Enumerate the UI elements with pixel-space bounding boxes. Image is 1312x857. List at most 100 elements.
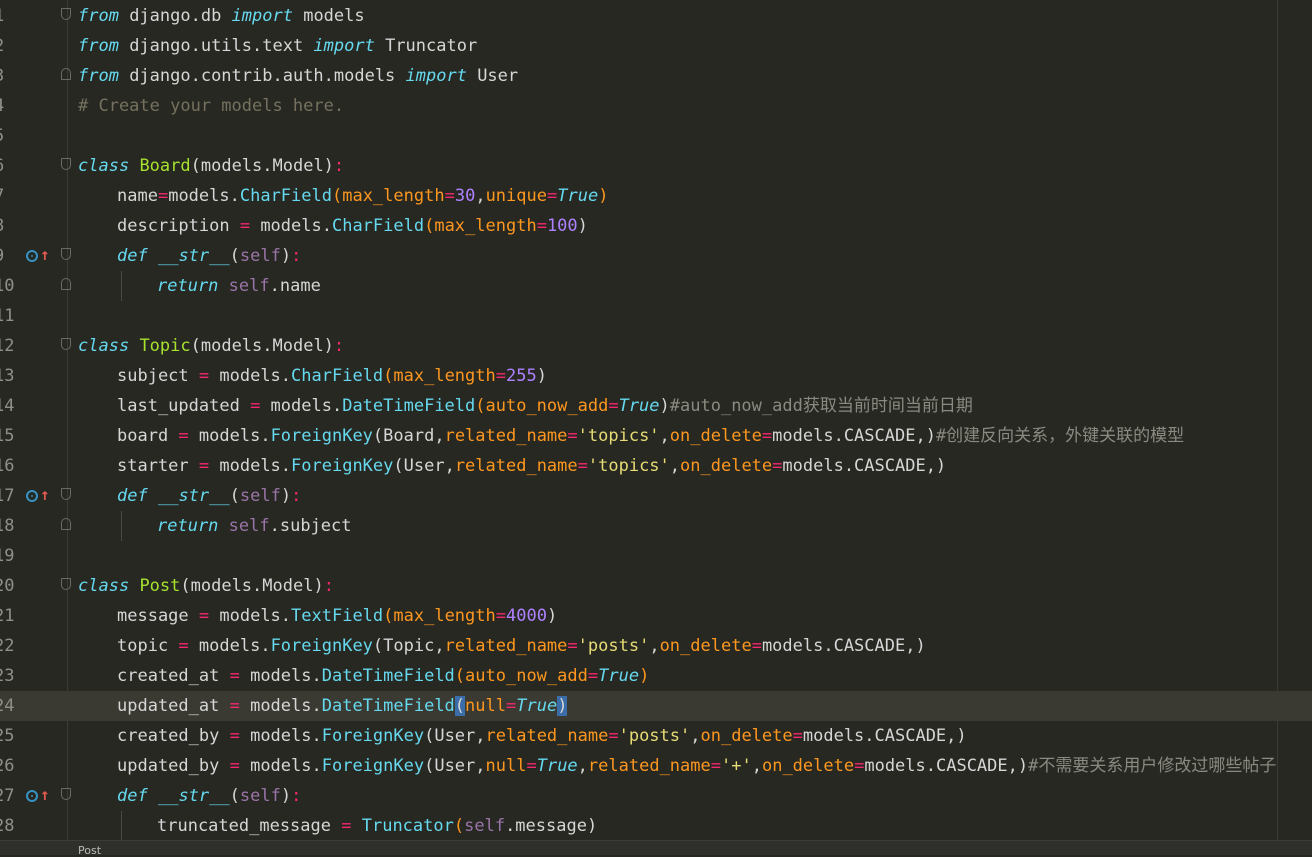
- code-text[interactable]: def __str__(self):: [117, 481, 301, 511]
- code-line[interactable]: 9 ↑ def __str__(self):: [0, 241, 1312, 271]
- code-line[interactable]: 20 class Post(models.Model):: [0, 571, 1312, 601]
- line-number[interactable]: 3: [0, 61, 20, 91]
- code-line[interactable]: 14 last_updated = models.DateTimeField(au…: [0, 391, 1312, 421]
- line-number[interactable]: 4: [0, 91, 20, 121]
- code-line[interactable]: 25 created_by = models.ForeignKey(User,re…: [0, 721, 1312, 751]
- breadcrumb-bar: Post: [0, 840, 1312, 857]
- code-line[interactable]: 4 # Create your models here.: [0, 91, 1312, 121]
- line-number[interactable]: 21: [0, 601, 20, 631]
- line-number[interactable]: 28: [0, 811, 20, 841]
- line-number[interactable]: 19: [0, 541, 20, 571]
- code-text[interactable]: from django.db import models: [78, 1, 365, 31]
- code-line[interactable]: 27 ↑ def __str__(self):: [0, 781, 1312, 811]
- line-number[interactable]: 16: [0, 451, 20, 481]
- fold-toggle-icon[interactable]: [61, 488, 71, 500]
- code-text[interactable]: def __str__(self):: [117, 241, 301, 271]
- line-number[interactable]: 26: [0, 751, 20, 781]
- code-text[interactable]: subject = models.CharField(max_length=25…: [117, 361, 547, 391]
- code-line[interactable]: 23 created_at = models.DateTimeField(auto…: [0, 661, 1312, 691]
- line-number[interactable]: 17: [0, 481, 20, 511]
- override-method-icon[interactable]: ↑: [26, 487, 50, 505]
- code-text[interactable]: updated_at = models.DateTimeField(null=T…: [117, 691, 568, 721]
- line-number[interactable]: 8: [0, 211, 20, 241]
- override-method-icon[interactable]: ↑: [26, 787, 50, 805]
- line-number[interactable]: 5: [0, 121, 20, 151]
- line-number[interactable]: 7: [0, 181, 20, 211]
- code-line[interactable]: 24 updated_at = models.DateTimeField(null…: [0, 691, 1312, 721]
- code-line[interactable]: 6 class Board(models.Model):: [0, 151, 1312, 181]
- code-text[interactable]: def __str__(self):: [117, 781, 301, 811]
- code-line[interactable]: 22 topic = models.ForeignKey(Topic,relate…: [0, 631, 1312, 661]
- line-number[interactable]: 20: [0, 571, 20, 601]
- fold-toggle-icon[interactable]: [61, 248, 71, 260]
- code-text[interactable]: return self.subject: [157, 511, 352, 541]
- code-line[interactable]: 2 from django.utils.text import Truncator: [0, 31, 1312, 61]
- code-text[interactable]: class Board(models.Model):: [78, 151, 344, 181]
- code-text[interactable]: class Topic(models.Model):: [78, 331, 344, 361]
- code-line[interactable]: 10 return self.name: [0, 271, 1312, 301]
- code-text[interactable]: name=models.CharField(max_length=30,uniq…: [117, 181, 608, 211]
- code-line[interactable]: 17 ↑ def __str__(self):: [0, 481, 1312, 511]
- line-number[interactable]: 23: [0, 661, 20, 691]
- code-text[interactable]: return self.name: [157, 271, 321, 301]
- line-number[interactable]: 9: [0, 241, 20, 271]
- code-text[interactable]: topic = models.ForeignKey(Topic,related_…: [117, 631, 926, 661]
- code-line[interactable]: 13 subject = models.CharField(max_length=…: [0, 361, 1312, 391]
- fold-toggle-icon[interactable]: [61, 578, 71, 590]
- code-line[interactable]: 15 board = models.ForeignKey(Board,relate…: [0, 421, 1312, 451]
- fold-toggle-icon[interactable]: [61, 788, 71, 800]
- code-text[interactable]: description = models.CharField(max_lengt…: [117, 211, 588, 241]
- fold-toggle-icon[interactable]: [61, 338, 71, 350]
- code-line[interactable]: 21 message = models.TextField(max_length=…: [0, 601, 1312, 631]
- line-number[interactable]: 25: [0, 721, 20, 751]
- code-line[interactable]: 5: [0, 121, 1312, 151]
- line-number[interactable]: 14: [0, 391, 20, 421]
- breadcrumb-item[interactable]: Post: [78, 844, 101, 857]
- code-text[interactable]: created_by = models.ForeignKey(User,rela…: [117, 721, 967, 751]
- code-text[interactable]: last_updated = models.DateTimeField(auto…: [117, 391, 973, 421]
- line-number[interactable]: 1: [0, 1, 20, 31]
- code-line[interactable]: 1 from django.db import models: [0, 1, 1312, 31]
- line-number[interactable]: 10: [0, 271, 20, 301]
- line-number[interactable]: 24: [0, 691, 20, 721]
- code-line[interactable]: 16 starter = models.ForeignKey(User,relat…: [0, 451, 1312, 481]
- line-number[interactable]: 13: [0, 361, 20, 391]
- fold-end-icon[interactable]: [61, 278, 71, 290]
- code-text[interactable]: message = models.TextField(max_length=40…: [117, 601, 557, 631]
- line-number[interactable]: 15: [0, 421, 20, 451]
- code-line[interactable]: 11: [0, 301, 1312, 331]
- code-line[interactable]: 8 description = models.CharField(max_leng…: [0, 211, 1312, 241]
- code-line[interactable]: 12 class Topic(models.Model):: [0, 331, 1312, 361]
- indent-guide: [121, 271, 122, 301]
- code-line[interactable]: 28 truncated_message = Truncator(self.mes…: [0, 811, 1312, 841]
- code-text[interactable]: from django.contrib.auth.models import U…: [78, 61, 518, 91]
- code-text[interactable]: from django.utils.text import Truncator: [78, 31, 477, 61]
- indent-guide: [121, 511, 122, 541]
- code-text[interactable]: board = models.ForeignKey(Board,related_…: [117, 421, 1184, 451]
- code-editor[interactable]: 1 from django.db import models 2 from djang…: [0, 0, 1312, 841]
- code-line[interactable]: 26 updated_by = models.ForeignKey(User,nu…: [0, 751, 1312, 781]
- code-text[interactable]: created_at = models.DateTimeField(auto_n…: [117, 661, 649, 691]
- line-number[interactable]: 27: [0, 781, 20, 811]
- override-method-icon[interactable]: ↑: [26, 247, 50, 265]
- code-line[interactable]: 19: [0, 541, 1312, 571]
- line-number[interactable]: 2: [0, 31, 20, 61]
- fold-end-icon[interactable]: [61, 68, 71, 80]
- code-text[interactable]: truncated_message = Truncator(self.messa…: [157, 811, 597, 841]
- code-line[interactable]: 3 from django.contrib.auth.models import …: [0, 61, 1312, 91]
- code-text[interactable]: starter = models.ForeignKey(User,related…: [117, 451, 946, 481]
- line-number[interactable]: 18: [0, 511, 20, 541]
- code-text[interactable]: class Post(models.Model):: [78, 571, 334, 601]
- indent-guide: [121, 811, 122, 841]
- line-number[interactable]: 6: [0, 151, 20, 181]
- code-text[interactable]: updated_by = models.ForeignKey(User,null…: [117, 751, 1276, 781]
- fold-end-icon[interactable]: [61, 518, 71, 530]
- code-line[interactable]: 18 return self.subject: [0, 511, 1312, 541]
- line-number[interactable]: 12: [0, 331, 20, 361]
- fold-toggle-icon[interactable]: [61, 158, 71, 170]
- fold-toggle-icon[interactable]: [61, 8, 71, 20]
- line-number[interactable]: 11: [0, 301, 20, 331]
- line-number[interactable]: 22: [0, 631, 20, 661]
- code-text[interactable]: # Create your models here.: [78, 91, 344, 121]
- code-line[interactable]: 7 name=models.CharField(max_length=30,uni…: [0, 181, 1312, 211]
